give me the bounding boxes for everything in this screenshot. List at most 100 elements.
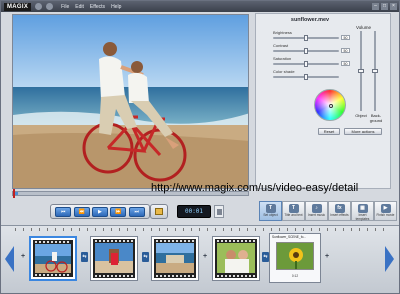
filmstrip <box>215 239 257 278</box>
color-wheel[interactable] <box>314 89 346 121</box>
clip-duration: 0:12 <box>291 274 299 278</box>
to-end-button[interactable]: ⏭ <box>128 206 145 217</box>
contrast-slider[interactable] <box>273 48 339 54</box>
saturation-value[interactable]: 50 <box>341 61 350 66</box>
insert-templates-tool[interactable]: ▦ Insert templates <box>351 201 374 221</box>
transition-icon[interactable]: ⇆ <box>81 252 88 262</box>
music-icon: ♪ <box>311 204 322 213</box>
insert-plus-icon[interactable]: + <box>325 253 329 260</box>
transition-icon[interactable]: ⇆ <box>142 252 149 262</box>
close-button[interactable]: × <box>390 3 397 10</box>
watermark-url: http://www.magix.com/us/video-easy/detai… <box>151 182 359 194</box>
finish-movie-label: Finish movie <box>376 213 395 217</box>
saturation-thumb[interactable] <box>304 61 308 67</box>
insert-plus-icon[interactable]: + <box>21 253 25 260</box>
background-volume-thumb[interactable] <box>372 69 378 73</box>
object-volume-slider[interactable] <box>358 31 364 111</box>
minimize-button[interactable]: – <box>372 3 379 10</box>
filmstrip <box>33 240 73 277</box>
set-object-icon: T <box>265 204 276 213</box>
menu-bar: File Edit Effects Help <box>61 4 127 10</box>
finish-movie-tool[interactable]: ▶ Finish movie <box>374 201 397 221</box>
forward-button[interactable]: ⏩ <box>110 206 127 217</box>
insert-music-label: Insert music <box>307 213 326 217</box>
scroll-left-arrow-icon[interactable] <box>5 246 14 272</box>
insert-effects-tool[interactable]: fx Insert effects <box>328 201 351 221</box>
menu-edit[interactable]: Edit <box>75 4 84 10</box>
clip-filename: Sunflower_SCENE_fo... <box>272 235 307 239</box>
brightness-thumb[interactable] <box>304 35 308 41</box>
insert-templates-label: Insert templates <box>355 213 370 221</box>
properties-panel: sunflower.mev Volume Brightness 50 Contr… <box>255 13 391 189</box>
more-actions-button[interactable]: More actions <box>344 128 382 135</box>
storyboard-clip[interactable] <box>212 236 260 281</box>
title-text-label: Title and text <box>284 213 303 217</box>
play-button[interactable]: ▶ <box>91 206 108 217</box>
set-object-tool[interactable]: T Set object <box>259 201 282 221</box>
to-start-button[interactable]: ⏮ <box>55 206 72 217</box>
clip-thumbnail <box>95 243 133 274</box>
filmstrip <box>93 239 135 278</box>
object-volume-thumb[interactable] <box>358 69 364 73</box>
saturation-slider[interactable] <box>273 61 339 67</box>
clip-name: sunflower.mev <box>290 17 330 23</box>
playhead[interactable] <box>13 189 15 198</box>
timecode-display: 00:01 <box>177 205 211 218</box>
magix-logo: MAGIX <box>4 2 32 11</box>
color-shade-label: Color shade <box>273 69 295 74</box>
split-icon <box>217 209 222 215</box>
finish-icon: ▶ <box>380 204 391 213</box>
storyboard-clip[interactable]: Sunflower_SCENE_fo... 0:12 <box>269 233 321 283</box>
background-label: Back-ground <box>369 113 383 123</box>
split-button[interactable] <box>214 205 224 218</box>
insert-music-tool[interactable]: ♪ Insert music <box>305 201 328 221</box>
maximize-button[interactable]: □ <box>381 3 388 10</box>
filmstrip <box>154 239 196 278</box>
background-volume-slider[interactable] <box>372 31 378 111</box>
snapshot-button[interactable] <box>150 204 168 219</box>
saturation-label: Saturation <box>273 56 292 61</box>
app-window: MAGIX File Edit Effects Help – □ × sunfl… <box>0 0 400 294</box>
rewind-button[interactable]: ⏪ <box>73 206 90 217</box>
brightness-slider[interactable] <box>273 35 339 41</box>
contrast-label: Contrast <box>273 43 289 48</box>
reset-button[interactable]: Reset <box>318 128 340 135</box>
video-preview[interactable] <box>12 14 249 189</box>
brightness-value[interactable]: 50 <box>341 35 350 40</box>
transport-controls: ⏮ ⏪ ▶ ⏩ ⏭ <box>50 204 150 219</box>
menu-effects[interactable]: Effects <box>90 4 105 10</box>
window-controls: – □ × <box>370 3 397 10</box>
clip-thumbnail <box>217 243 255 274</box>
color-shade-slider[interactable] <box>273 74 339 80</box>
brightness-label: Brightness <box>273 30 292 35</box>
menu-file[interactable]: File <box>61 4 69 10</box>
undo-icon[interactable] <box>35 3 43 10</box>
preview-frame-image <box>13 15 248 188</box>
storyboard-clip[interactable] <box>29 236 77 281</box>
effects-icon: fx <box>334 204 345 213</box>
contrast-thumb[interactable] <box>304 48 308 54</box>
color-shade-thumb[interactable] <box>304 74 308 80</box>
transition-icon[interactable]: ⇆ <box>262 252 269 262</box>
clip-thumbnail <box>35 244 71 273</box>
title-icon: T <box>288 204 299 213</box>
snapshot-icon <box>155 208 163 215</box>
clip-thumbnail <box>156 243 194 274</box>
title-text-tool[interactable]: T Title and text <box>282 201 305 221</box>
storyboard-ruler <box>15 228 385 231</box>
scroll-right-arrow-icon[interactable] <box>385 246 394 272</box>
templates-icon: ▦ <box>357 204 368 213</box>
redo-icon[interactable] <box>46 3 54 10</box>
storyboard: + ⇆ ⇆ + ⇆ Sunflower_SCENE_fo... 0:12 + <box>1 225 399 293</box>
color-wheel-picker[interactable] <box>329 104 333 108</box>
storyboard-clip[interactable] <box>90 236 138 281</box>
contrast-value[interactable]: 50 <box>341 48 350 53</box>
set-object-label: Set object <box>263 213 278 217</box>
insert-effects-label: Insert effects <box>330 213 349 217</box>
title-bar: MAGIX File Edit Effects Help – □ × <box>1 1 399 12</box>
clip-thumbnail <box>276 242 314 270</box>
insert-plus-icon[interactable]: + <box>203 253 207 260</box>
storyboard-clip[interactable] <box>151 236 199 281</box>
volume-label: Volume <box>356 25 372 30</box>
menu-help[interactable]: Help <box>111 4 121 10</box>
